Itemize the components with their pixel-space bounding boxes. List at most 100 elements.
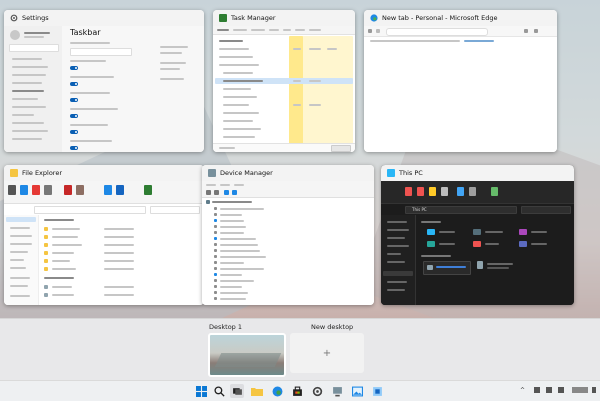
notifications-icon[interactable] bbox=[592, 387, 596, 393]
explorer-address-bar[interactable] bbox=[34, 206, 146, 214]
task-manager-icon bbox=[219, 14, 227, 22]
volume-icon[interactable] bbox=[546, 387, 552, 393]
back-icon[interactable] bbox=[206, 190, 211, 195]
view-icon[interactable] bbox=[491, 187, 498, 196]
file-explorer-title-bar[interactable]: File Explorer bbox=[4, 165, 204, 181]
properties-icon[interactable] bbox=[224, 190, 229, 195]
battery-icon[interactable] bbox=[558, 387, 564, 393]
gear-icon bbox=[10, 14, 18, 22]
toggle-3[interactable] bbox=[70, 98, 78, 102]
settings-search-input[interactable] bbox=[9, 44, 59, 52]
settings-title: Settings bbox=[22, 14, 49, 22]
this-pc-title-bar[interactable]: This PC bbox=[381, 165, 574, 181]
toggle-2[interactable] bbox=[70, 82, 78, 86]
search-button[interactable] bbox=[212, 384, 226, 398]
rename-icon[interactable] bbox=[44, 185, 52, 195]
computer-icon bbox=[387, 169, 395, 177]
cut-icon[interactable] bbox=[405, 187, 412, 196]
new-folder-icon[interactable] bbox=[76, 185, 84, 195]
nav-quick-access[interactable] bbox=[6, 217, 36, 222]
desktops-bar: Desktop 1 New desktop + bbox=[0, 318, 600, 381]
photos-icon bbox=[351, 386, 363, 396]
task-manager-title-bar[interactable]: Task Manager bbox=[213, 10, 355, 26]
folder-icon bbox=[10, 169, 18, 177]
forward-icon[interactable] bbox=[214, 190, 219, 195]
open-icon[interactable] bbox=[116, 185, 124, 195]
edge-window[interactable]: New tab - Personal - Microsoft Edge bbox=[364, 10, 557, 152]
this-pc-ribbon bbox=[381, 181, 574, 204]
file-explorer-window[interactable]: File Explorer bbox=[4, 165, 204, 305]
settings-text-field[interactable] bbox=[70, 48, 132, 56]
explorer-search-input[interactable] bbox=[150, 206, 200, 214]
fewer-details-link[interactable] bbox=[219, 147, 235, 149]
desktop-1-label: Desktop 1 bbox=[209, 323, 243, 331]
end-task-button[interactable] bbox=[331, 145, 351, 152]
toggle-4[interactable] bbox=[70, 114, 78, 118]
avatar bbox=[10, 30, 20, 40]
properties-icon[interactable] bbox=[104, 185, 112, 195]
edge-icon bbox=[370, 14, 378, 22]
desktop-1-thumbnail[interactable] bbox=[208, 333, 286, 377]
more-icon[interactable] bbox=[534, 29, 538, 33]
favorites-icon[interactable] bbox=[524, 29, 528, 33]
task-view-button[interactable] bbox=[230, 384, 244, 398]
dm-toolbar bbox=[202, 181, 374, 198]
copy-icon[interactable] bbox=[417, 187, 424, 196]
drive-c[interactable] bbox=[423, 261, 471, 275]
taskbar-edge[interactable] bbox=[270, 384, 284, 398]
this-pc-search-input[interactable] bbox=[521, 206, 571, 214]
this-pc-nav-pane bbox=[381, 215, 416, 305]
rename-icon[interactable] bbox=[441, 187, 448, 196]
task-manager-title: Task Manager bbox=[231, 14, 276, 22]
edge-toolbar bbox=[364, 26, 557, 37]
toggle-6[interactable] bbox=[70, 146, 78, 150]
select-icon[interactable] bbox=[144, 185, 152, 195]
new-desktop-button[interactable]: + bbox=[290, 333, 364, 373]
store-icon bbox=[292, 386, 302, 396]
edge-title: New tab - Personal - Microsoft Edge bbox=[382, 14, 498, 22]
settings-nav bbox=[4, 26, 62, 152]
start-button[interactable] bbox=[194, 384, 208, 398]
explorer-ribbon bbox=[4, 181, 204, 204]
device-manager-icon bbox=[332, 386, 342, 396]
pin-icon[interactable] bbox=[8, 185, 16, 195]
clock[interactable] bbox=[572, 387, 588, 393]
network-icon[interactable] bbox=[534, 387, 540, 393]
help-icon[interactable] bbox=[232, 190, 237, 195]
paste-icon[interactable] bbox=[429, 187, 436, 196]
address-path: This PC bbox=[412, 207, 427, 212]
back-icon[interactable] bbox=[368, 29, 372, 33]
delete-icon[interactable] bbox=[32, 185, 40, 195]
refresh-icon[interactable] bbox=[376, 29, 380, 33]
windows-start-icon bbox=[195, 385, 207, 397]
chevron-up-icon[interactable]: ^ bbox=[520, 387, 525, 394]
this-pc-address-bar[interactable]: This PC bbox=[405, 206, 517, 214]
device-manager-window[interactable]: Device Manager bbox=[202, 165, 374, 305]
copy-icon[interactable] bbox=[20, 185, 28, 195]
edge-title-bar[interactable]: New tab - Personal - Microsoft Edge bbox=[364, 10, 557, 26]
tab-processes[interactable] bbox=[217, 29, 229, 31]
taskbar-settings[interactable] bbox=[310, 384, 324, 398]
search-icon bbox=[213, 385, 225, 397]
task-view-icon bbox=[232, 387, 242, 395]
taskbar-app[interactable] bbox=[370, 384, 384, 398]
toggle-1[interactable] bbox=[70, 66, 78, 70]
settings-title-bar[interactable]: Settings bbox=[4, 10, 204, 26]
taskbar-file-explorer[interactable] bbox=[250, 384, 264, 398]
address-bar[interactable] bbox=[386, 28, 488, 36]
edge-icon bbox=[272, 386, 282, 396]
gear-icon bbox=[312, 386, 322, 396]
move-icon[interactable] bbox=[64, 185, 72, 195]
this-pc-window[interactable]: This PC This PC bbox=[381, 165, 574, 305]
toggle-5[interactable] bbox=[70, 130, 78, 134]
task-manager-window[interactable]: Task Manager bbox=[213, 10, 355, 152]
device-manager-title-bar[interactable]: Device Manager bbox=[202, 165, 374, 181]
settings-window[interactable]: Settings Taskbar bbox=[4, 10, 204, 152]
taskbar-photos[interactable] bbox=[350, 384, 364, 398]
taskbar-device-manager[interactable] bbox=[330, 384, 344, 398]
taskbar-store[interactable] bbox=[290, 384, 304, 398]
delete-icon[interactable] bbox=[469, 187, 476, 196]
share-icon[interactable] bbox=[457, 187, 464, 196]
this-pc-title: This PC bbox=[399, 169, 423, 177]
new-desktop-label: New desktop bbox=[311, 323, 354, 331]
